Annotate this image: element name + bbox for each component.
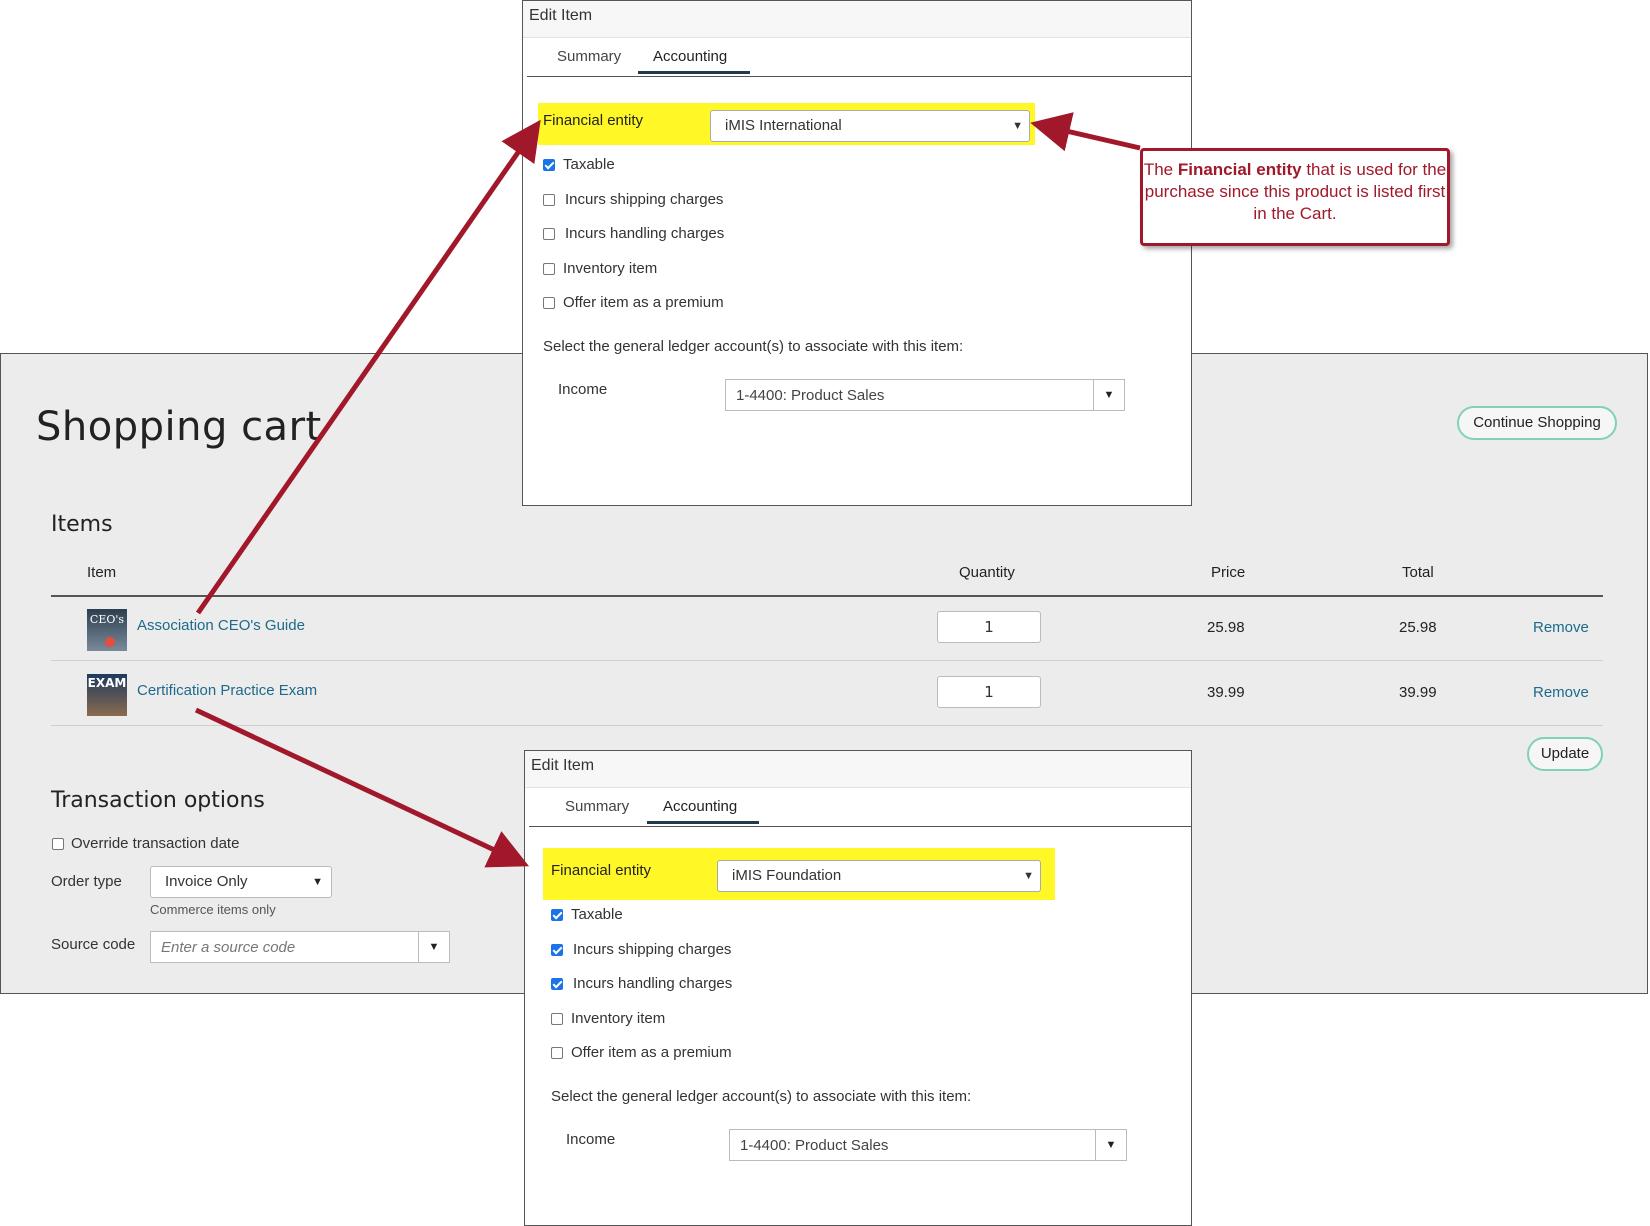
item-link[interactable]: Certification Practice Exam	[137, 682, 317, 699]
callout-text-pre: The	[1143, 160, 1178, 179]
override-date-label: Override transaction date	[71, 835, 240, 852]
financial-entity-label: Financial entity	[551, 862, 652, 879]
tabs-divider	[529, 826, 1191, 827]
dropdown-arrow-icon[interactable]: ▼	[1095, 1130, 1126, 1160]
column-header-quantity: Quantity	[959, 564, 1015, 581]
price-value: 25.98	[1207, 619, 1245, 636]
premium-label: Offer item as a premium	[571, 1044, 732, 1061]
titlebar-divider	[523, 37, 1191, 38]
financial-entity-value: iMIS Foundation	[732, 867, 842, 884]
inventory-label: Inventory item	[563, 260, 658, 277]
order-type-value: Invoice Only	[165, 873, 248, 890]
chevron-down-icon: ▼	[1023, 870, 1034, 882]
thumbnail-text: EXAM	[87, 676, 127, 690]
shipping-label: Incurs shipping charges	[565, 191, 724, 208]
quantity-input[interactable]: 1	[937, 611, 1041, 643]
tab-accounting[interactable]: Accounting	[663, 798, 737, 815]
premium-checkbox[interactable]	[543, 297, 555, 309]
shipping-checkbox[interactable]	[551, 944, 563, 956]
item-link[interactable]: Association CEO's Guide	[137, 617, 305, 634]
order-type-hint: Commerce items only	[150, 902, 276, 917]
inventory-checkbox[interactable]	[551, 1013, 563, 1025]
premium-label: Offer item as a premium	[563, 294, 724, 311]
table-header-divider	[51, 595, 1603, 597]
dialog-titlebar	[525, 751, 1191, 788]
callout-text-bold: Financial entity	[1177, 160, 1302, 179]
financial-entity-value: iMIS International	[725, 117, 842, 134]
inventory-checkbox[interactable]	[543, 263, 555, 275]
price-value: 39.99	[1207, 684, 1245, 701]
chart-graphic-icon	[105, 637, 115, 647]
row-divider	[51, 660, 1603, 661]
dialog-titlebar	[523, 1, 1191, 38]
tab-accounting[interactable]: Accounting	[653, 48, 727, 65]
order-type-label: Order type	[51, 873, 122, 890]
product-thumbnail: EXAM	[87, 674, 127, 716]
column-header-total: Total	[1402, 564, 1434, 581]
tabs-divider	[527, 76, 1191, 77]
taxable-label: Taxable	[563, 156, 615, 173]
transaction-options-heading: Transaction options	[51, 788, 265, 813]
chevron-down-icon: ▼	[1012, 120, 1023, 132]
source-code-label: Source code	[51, 936, 136, 953]
edit-item-dialog-top: Edit Item Summary Accounting Financial e…	[522, 0, 1192, 506]
taxable-label: Taxable	[571, 906, 623, 923]
tab-summary[interactable]: Summary	[565, 798, 629, 815]
quantity-input[interactable]: 1	[937, 676, 1041, 708]
remove-link[interactable]: Remove	[1533, 619, 1589, 636]
handling-checkbox[interactable]	[543, 228, 555, 240]
income-combobox[interactable]: 1-4400: Product Sales ▼	[725, 379, 1125, 411]
inventory-label: Inventory item	[571, 1010, 666, 1027]
active-tab-indicator	[638, 71, 750, 74]
column-header-item: Item	[87, 564, 117, 581]
income-label: Income	[558, 381, 608, 398]
handling-label: Incurs handling charges	[573, 975, 733, 992]
row-divider	[51, 725, 1603, 726]
remove-link[interactable]: Remove	[1533, 684, 1589, 701]
source-code-combobox[interactable]: Enter a source code ▼	[150, 931, 450, 963]
income-value: 1-4400: Product Sales	[740, 1137, 889, 1154]
shipping-label: Incurs shipping charges	[573, 941, 732, 958]
income-combobox[interactable]: 1-4400: Product Sales ▼	[729, 1129, 1127, 1161]
handling-label: Incurs handling charges	[565, 225, 725, 242]
thumbnail-text: CEO's	[89, 613, 125, 626]
column-header-price: Price	[1211, 564, 1246, 581]
tab-summary[interactable]: Summary	[557, 48, 621, 65]
dropdown-arrow-icon[interactable]: ▼	[418, 932, 449, 962]
chevron-down-icon: ▼	[312, 876, 323, 888]
total-value: 39.99	[1399, 684, 1437, 701]
callout-box: The Financial entity that is used for th…	[1140, 148, 1450, 246]
taxable-checkbox[interactable]	[543, 159, 555, 171]
items-heading: Items	[51, 512, 113, 537]
continue-shopping-button[interactable]: Continue Shopping	[1457, 406, 1617, 440]
update-button[interactable]: Update	[1527, 737, 1603, 771]
gl-prompt: Select the general ledger account(s) to …	[551, 1088, 972, 1105]
premium-checkbox[interactable]	[551, 1047, 563, 1059]
page-title: Shopping cart	[36, 404, 322, 450]
edit-item-dialog-bottom: Edit Item Summary Accounting Financial e…	[524, 750, 1192, 1226]
taxable-checkbox[interactable]	[551, 909, 563, 921]
shipping-checkbox[interactable]	[543, 194, 555, 206]
gl-prompt: Select the general ledger account(s) to …	[543, 338, 964, 355]
override-date-checkbox[interactable]	[52, 838, 64, 850]
order-type-select[interactable]: Invoice Only ▼	[150, 866, 332, 898]
dialog-title: Edit Item	[529, 7, 593, 24]
financial-entity-select[interactable]: iMIS Foundation ▼	[717, 860, 1041, 892]
income-label: Income	[566, 1131, 616, 1148]
handling-checkbox[interactable]	[551, 978, 563, 990]
income-value: 1-4400: Product Sales	[736, 387, 885, 404]
financial-entity-label: Financial entity	[543, 112, 644, 129]
product-thumbnail: CEO's	[87, 609, 127, 651]
dropdown-arrow-icon[interactable]: ▼	[1093, 380, 1124, 410]
titlebar-divider	[525, 787, 1191, 788]
dialog-title: Edit Item	[531, 757, 595, 774]
active-tab-indicator	[647, 821, 759, 824]
total-value: 25.98	[1399, 619, 1437, 636]
financial-entity-select[interactable]: iMIS International ▼	[710, 110, 1030, 142]
source-code-input[interactable]: Enter a source code	[161, 939, 295, 956]
